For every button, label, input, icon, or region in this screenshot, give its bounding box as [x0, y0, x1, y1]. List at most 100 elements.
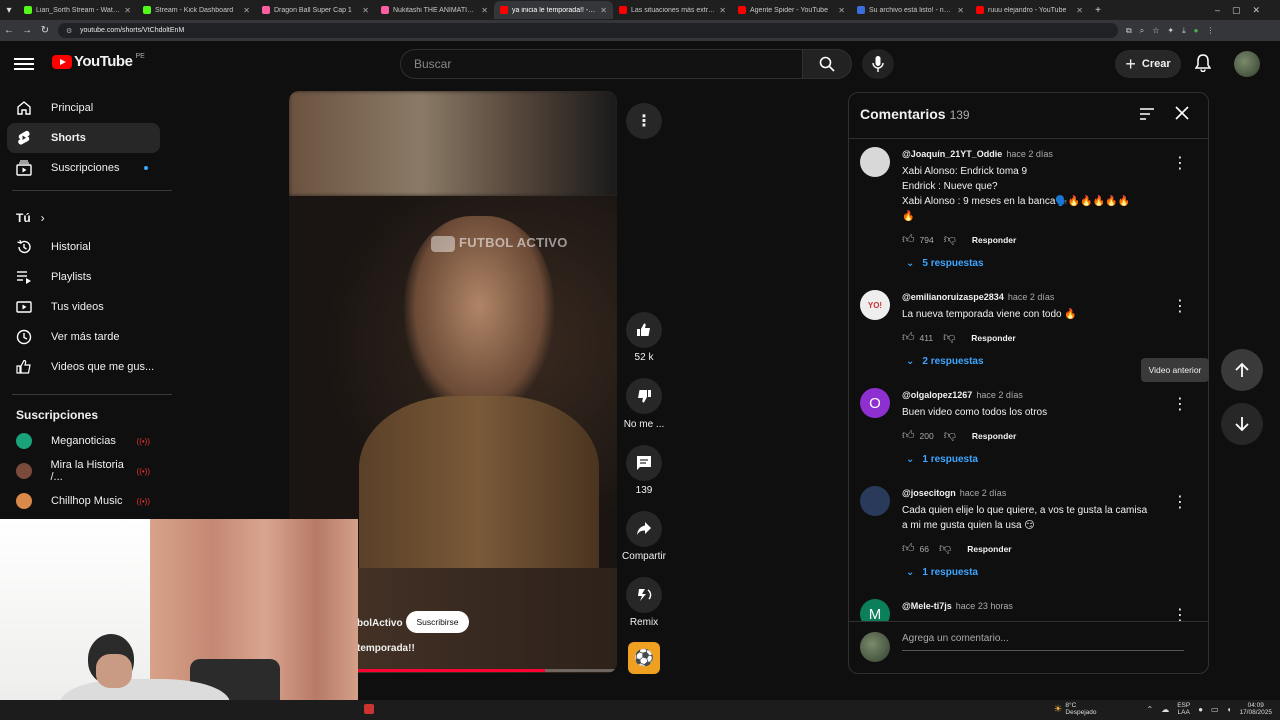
- comment-menu-icon[interactable]: ⋮: [1172, 296, 1188, 316]
- download-icon[interactable]: ⤓: [1182, 26, 1186, 36]
- window-controls[interactable]: –▢✕: [1215, 5, 1280, 16]
- you-section-header[interactable]: Tú ›: [16, 211, 45, 225]
- next-video-button[interactable]: [1221, 403, 1263, 445]
- youtube-logo[interactable]: YouTube PE: [52, 53, 145, 70]
- comment-menu-icon[interactable]: ⋮: [1172, 153, 1188, 173]
- sidebar-item-suscripciones[interactable]: Suscripciones: [7, 153, 160, 183]
- tab-close-icon[interactable]: ✕: [600, 6, 607, 15]
- comment-author[interactable]: @josecitogn hace 2 días: [902, 488, 1006, 498]
- view-replies-button[interactable]: ⌄ 1 respuesta: [906, 454, 978, 465]
- language-indicator[interactable]: ESP LAA: [1177, 702, 1190, 716]
- comment-avatar[interactable]: [860, 147, 890, 177]
- browser-tab[interactable]: Agente Spider - YouTube ✕: [732, 1, 851, 19]
- back-icon[interactable]: ←: [0, 25, 18, 36]
- chevron-up-icon[interactable]: ⌃: [1146, 705, 1153, 714]
- forward-icon[interactable]: →: [18, 25, 36, 36]
- tab-close-icon[interactable]: ✕: [957, 6, 964, 15]
- reply-button[interactable]: Responder: [971, 333, 1015, 343]
- reply-button[interactable]: Responder: [972, 431, 1016, 441]
- channel-name[interactable]: bolActivo: [357, 618, 403, 629]
- reload-icon[interactable]: ↻: [36, 25, 54, 36]
- profile-icon[interactable]: ●: [1194, 26, 1199, 35]
- zoom-icon[interactable]: ⌕: [1140, 26, 1144, 36]
- comments-button[interactable]: [626, 445, 662, 481]
- sidebar-channel-chillhop[interactable]: Chillhop Music ((•)): [7, 486, 160, 516]
- tab-close-icon[interactable]: ✕: [243, 6, 250, 15]
- subscribe-button[interactable]: Suscribirse: [406, 611, 469, 633]
- install-icon[interactable]: ⧉: [1126, 26, 1132, 36]
- menu-icon[interactable]: [14, 55, 34, 71]
- comment-menu-icon[interactable]: ⋮: [1172, 605, 1188, 621]
- tab-close-icon[interactable]: ✕: [362, 6, 369, 15]
- extensions-icon[interactable]: ✦: [1167, 26, 1174, 35]
- like-icon[interactable]: 👍︎: [902, 428, 915, 443]
- sidebar-item-shorts[interactable]: Shorts: [7, 123, 160, 153]
- like-icon[interactable]: 👍︎: [902, 232, 915, 247]
- like-icon[interactable]: 👍︎: [902, 541, 915, 556]
- new-tab-button[interactable]: +: [1089, 5, 1107, 16]
- bookmark-star-icon[interactable]: ☆: [1152, 26, 1159, 35]
- tab-close-icon[interactable]: ✕: [124, 6, 131, 15]
- dislike-button[interactable]: [626, 378, 662, 414]
- weather-icon[interactable]: ☀: [1053, 704, 1062, 715]
- site-info-icon[interactable]: ⚙: [66, 27, 74, 35]
- sidebar-item-tus-videos[interactable]: Tus videos: [7, 292, 160, 322]
- browser-menu-icon[interactable]: ⋮: [1206, 26, 1214, 35]
- dislike-icon[interactable]: 👎︎: [943, 330, 955, 345]
- comment-menu-icon[interactable]: ⋮: [1172, 492, 1188, 512]
- add-comment-input[interactable]: Agrega un comentario...: [902, 633, 1184, 651]
- volume-icon[interactable]: ◖: [1227, 705, 1232, 714]
- share-button[interactable]: [626, 511, 662, 547]
- tab-close-icon[interactable]: ✕: [1076, 6, 1083, 15]
- browser-tab[interactable]: Lian_Sorth Stream - Watch Liv✕: [18, 1, 137, 19]
- like-button[interactable]: [626, 312, 662, 348]
- sidebar-item-principal[interactable]: Principal: [7, 93, 160, 123]
- mic-icon[interactable]: ●: [1198, 705, 1203, 714]
- comment-author[interactable]: @emilianoruizaspe2834 hace 2 días: [902, 292, 1054, 302]
- sidebar-item-ver-mas-tarde[interactable]: Ver más tarde: [7, 322, 160, 352]
- tab-close-icon[interactable]: ✕: [838, 6, 845, 15]
- reply-button[interactable]: Responder: [967, 544, 1011, 554]
- notifications-bell-icon[interactable]: [1195, 54, 1211, 72]
- tab-search-icon[interactable]: ▾: [0, 5, 18, 16]
- comment-avatar[interactable]: [860, 486, 890, 516]
- comment-author[interactable]: @olgalopez1267 hace 2 días: [902, 390, 1023, 400]
- comment-avatar[interactable]: M: [860, 599, 890, 621]
- create-button[interactable]: + Crear: [1115, 50, 1181, 78]
- view-replies-button[interactable]: ⌄ 2 respuestas: [906, 356, 984, 367]
- browser-tab[interactable]: Nukitashi THE ANIMATION ✕: [375, 1, 494, 19]
- more-options-button[interactable]: ⋮: [626, 103, 662, 139]
- tab-close-icon[interactable]: ✕: [719, 6, 726, 15]
- clock[interactable]: 04:09 17/08/2025: [1239, 702, 1272, 716]
- previous-video-button[interactable]: [1221, 349, 1263, 391]
- sound-thumbnail[interactable]: ⚽: [628, 642, 660, 674]
- sidebar-item-playlists[interactable]: Playlists: [7, 262, 160, 292]
- remix-button[interactable]: [626, 577, 662, 613]
- url-field[interactable]: ⚙ youtube.com/shorts/VtChdoltEnM: [58, 23, 1118, 38]
- sidebar-item-liked-videos[interactable]: Videos que me gus...: [7, 352, 160, 382]
- voice-search-button[interactable]: [862, 49, 894, 79]
- comment-menu-icon[interactable]: ⋮: [1172, 394, 1188, 414]
- reply-button[interactable]: Responder: [972, 235, 1016, 245]
- like-icon[interactable]: 👍︎: [902, 330, 915, 345]
- account-avatar[interactable]: [1234, 51, 1260, 77]
- comment-author[interactable]: @Mele-ti7js hace 23 horas: [902, 601, 1013, 611]
- sidebar-item-historial[interactable]: Historial: [7, 232, 160, 262]
- browser-tab[interactable]: Las situaciones más extrañas, n✕: [613, 1, 732, 19]
- search-button[interactable]: [802, 49, 852, 79]
- browser-tab[interactable]: ruuu elejandro - YouTube ✕: [970, 1, 1089, 19]
- cloud-icon[interactable]: ☁: [1161, 705, 1169, 714]
- sidebar-channel-meganoticias[interactable]: Meganoticias ((•)): [7, 426, 160, 456]
- search-input[interactable]: Buscar: [400, 49, 803, 79]
- browser-tab[interactable]: Stream - Kick Dashboard ✕: [137, 1, 256, 19]
- weather-widget[interactable]: 8°C Despejado: [1065, 702, 1096, 716]
- browser-tab[interactable]: ya inicia le temporada!! - Yo ✕: [494, 1, 613, 19]
- browser-tab[interactable]: Dragon Ball Super Cap 1 ✕: [256, 1, 375, 19]
- dislike-icon[interactable]: 👎︎: [944, 232, 956, 247]
- sidebar-channel-mira-la-historia[interactable]: Mira la Historia /... ((•)): [7, 456, 160, 486]
- tab-close-icon[interactable]: ✕: [481, 6, 488, 15]
- close-icon[interactable]: [1174, 105, 1190, 121]
- comment-avatar[interactable]: O: [860, 388, 890, 418]
- app-icon[interactable]: [364, 704, 374, 714]
- view-replies-button[interactable]: ⌄ 1 respuesta: [906, 567, 978, 578]
